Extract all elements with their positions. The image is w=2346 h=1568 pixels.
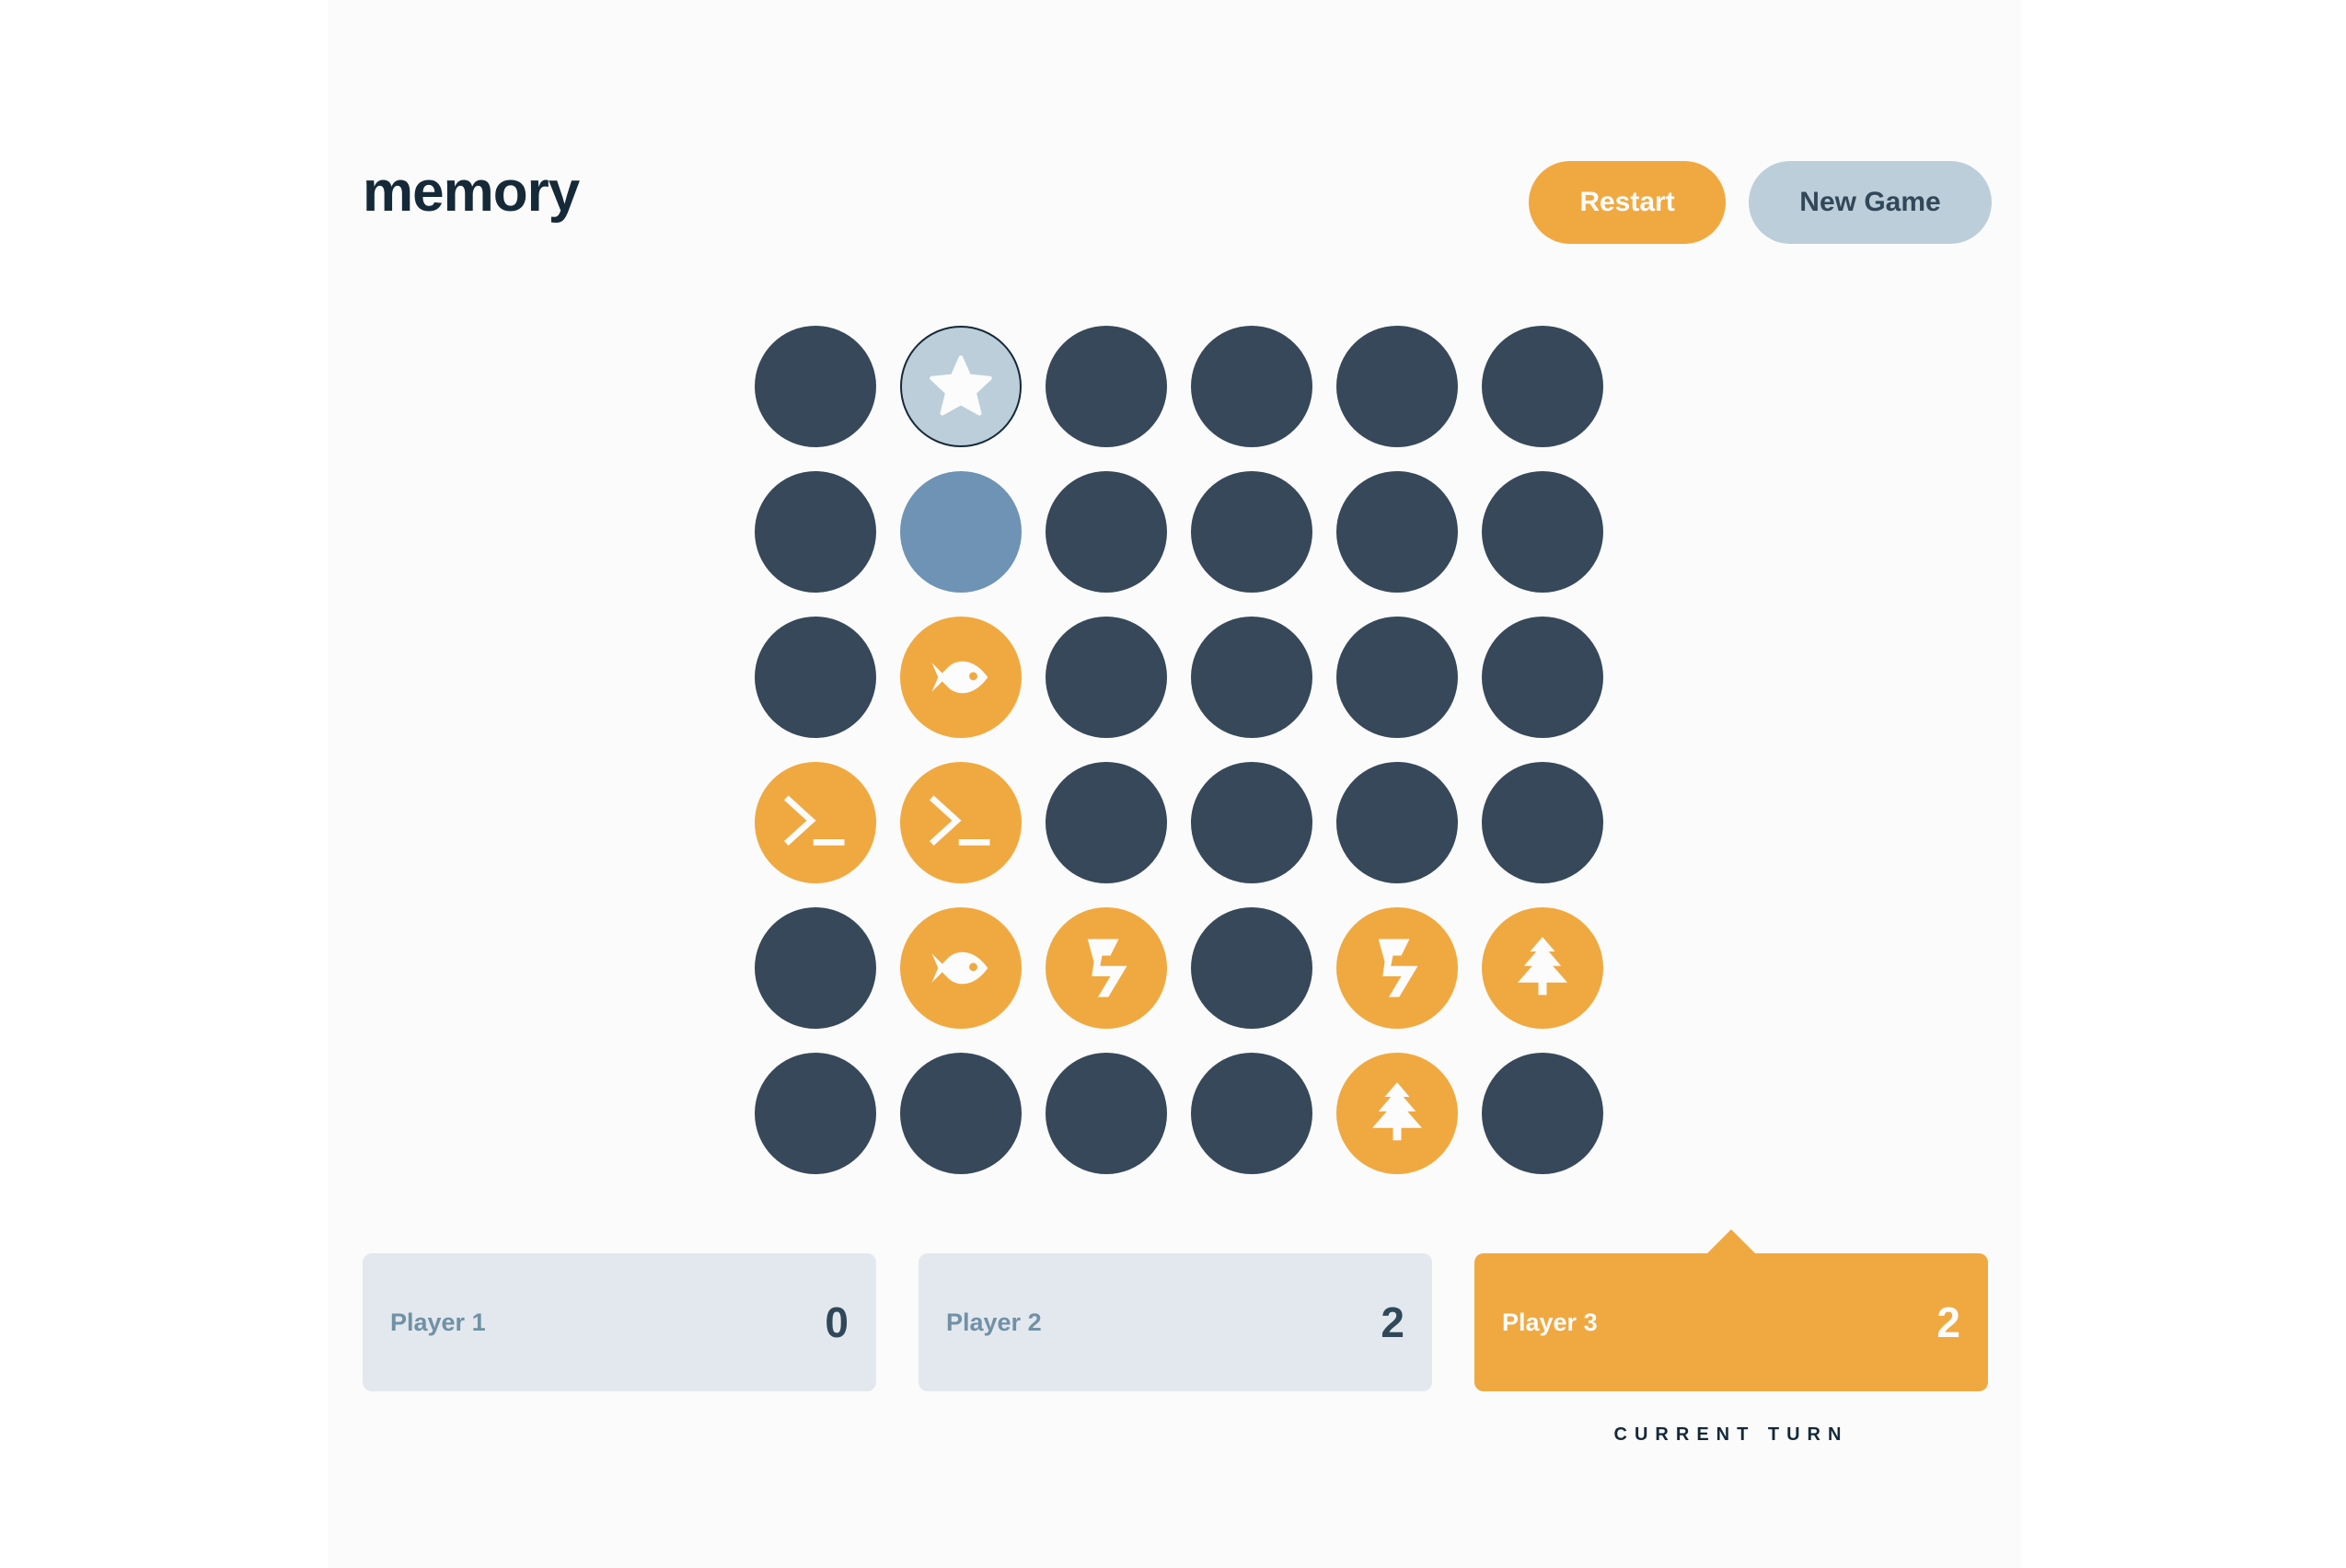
tile-r2-c4[interactable]	[1191, 471, 1312, 593]
tile-r4-c5[interactable]	[1336, 762, 1458, 883]
tile-r3-c3[interactable]	[1046, 617, 1167, 738]
tile-r1-c5[interactable]	[1336, 326, 1458, 447]
tile-r3-c4[interactable]	[1191, 617, 1312, 738]
tree-icon	[1364, 1080, 1430, 1147]
lightning-icon	[1073, 935, 1139, 1001]
tile-r2-c6[interactable]	[1482, 471, 1603, 593]
player-card-3: Player 3 2	[1474, 1229, 1988, 1391]
player-name: Player 1	[390, 1308, 486, 1336]
game-container: memory Restart New Game Player 1 0 Playe…	[328, 0, 2021, 1568]
tile-r3-c2[interactable]	[900, 617, 1022, 738]
tile-r3-c6[interactable]	[1482, 617, 1603, 738]
player-score: 2	[1381, 1298, 1404, 1346]
new-game-button[interactable]: New Game	[1749, 161, 1992, 244]
tile-r4-c2[interactable]	[900, 762, 1022, 883]
tile-r3-c5[interactable]	[1336, 617, 1458, 738]
player-card-1: Player 1 0	[363, 1253, 876, 1391]
fish-icon	[928, 644, 994, 710]
star-icon	[928, 353, 994, 420]
tile-r1-c4[interactable]	[1191, 326, 1312, 447]
tile-r2-c1[interactable]	[755, 471, 876, 593]
tile-r6-c1[interactable]	[755, 1053, 876, 1174]
restart-button[interactable]: Restart	[1529, 161, 1726, 244]
player-card-2: Player 2 2	[919, 1253, 1432, 1391]
tile-r5-c2[interactable]	[900, 907, 1022, 1029]
tile-r5-c1[interactable]	[755, 907, 876, 1029]
tile-r4-c6[interactable]	[1482, 762, 1603, 883]
tree-icon	[1509, 935, 1576, 1001]
tile-r1-c3[interactable]	[1046, 326, 1167, 447]
tile-r6-c6[interactable]	[1482, 1053, 1603, 1174]
player-name: Player 2	[946, 1308, 1042, 1336]
player-score: 2	[1936, 1298, 1960, 1346]
tile-r5-c3[interactable]	[1046, 907, 1167, 1029]
tile-r2-c3[interactable]	[1046, 471, 1167, 593]
tile-r1-c1[interactable]	[755, 326, 876, 447]
tile-r4-c1[interactable]	[755, 762, 876, 883]
tile-r1-c2[interactable]	[900, 326, 1022, 447]
tile-r5-c6[interactable]	[1482, 907, 1603, 1029]
game-board	[755, 326, 1603, 1174]
player-score: 0	[825, 1298, 849, 1346]
tile-r6-c3[interactable]	[1046, 1053, 1167, 1174]
player-name: Player 3	[1502, 1308, 1598, 1336]
tile-r6-c4[interactable]	[1191, 1053, 1312, 1174]
lightning-icon	[1364, 935, 1430, 1001]
tile-r3-c1[interactable]	[755, 617, 876, 738]
tile-r1-c6[interactable]	[1482, 326, 1603, 447]
fish-icon	[928, 935, 994, 1001]
tile-r2-c5[interactable]	[1336, 471, 1458, 593]
tile-r4-c4[interactable]	[1191, 762, 1312, 883]
logo: memory	[363, 160, 580, 224]
tile-r6-c2[interactable]	[900, 1053, 1022, 1174]
tile-r5-c5[interactable]	[1336, 907, 1458, 1029]
tile-r2-c2[interactable]	[900, 471, 1022, 593]
tile-r5-c4[interactable]	[1191, 907, 1312, 1029]
terminal-icon	[928, 790, 994, 856]
terminal-icon	[782, 790, 849, 856]
tile-r4-c3[interactable]	[1046, 762, 1167, 883]
tile-r6-c5[interactable]	[1336, 1053, 1458, 1174]
current-turn-label: CURRENT TURN	[1613, 1424, 1849, 1445]
